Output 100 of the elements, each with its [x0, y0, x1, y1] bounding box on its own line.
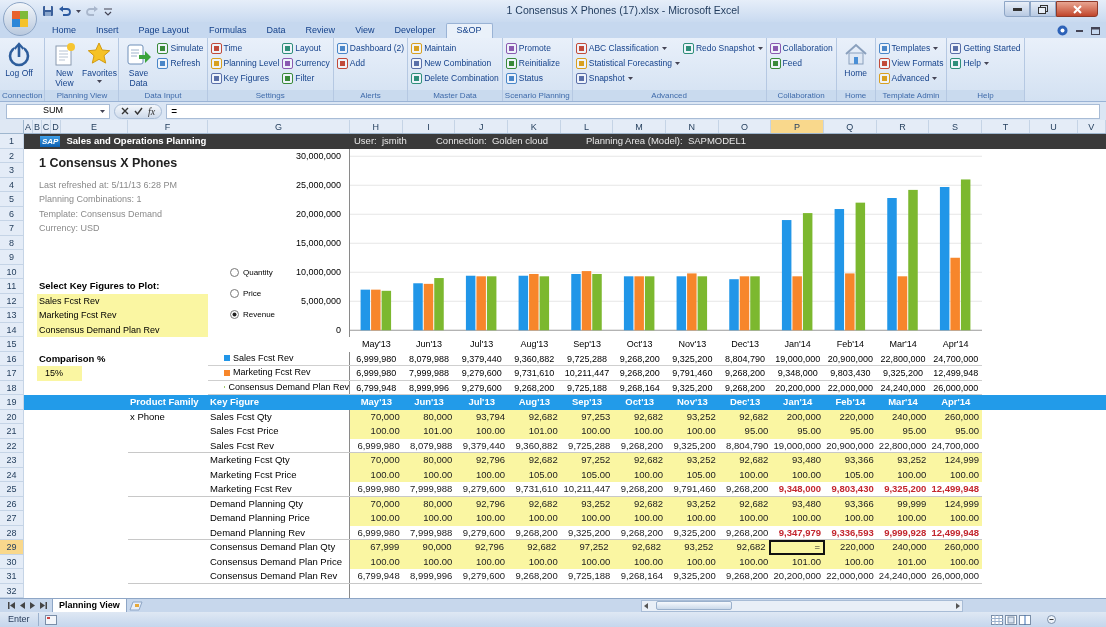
- table-cell[interactable]: 9,325,200: [666, 438, 719, 452]
- table-cell[interactable]: 9,268,164: [613, 569, 667, 583]
- table-cell[interactable]: 100.00: [666, 424, 719, 439]
- table-cell[interactable]: 93,480: [771, 496, 825, 511]
- table-cell[interactable]: 100.00: [824, 511, 877, 526]
- table-cell[interactable]: 92,682: [718, 453, 772, 468]
- table-cell[interactable]: 12,499,948: [929, 525, 983, 539]
- table-cell[interactable]: 92,682: [611, 540, 664, 555]
- table-cell[interactable]: 92,796: [455, 453, 508, 468]
- column-header[interactable]: G: [208, 120, 350, 133]
- table-cell[interactable]: 95.00: [771, 424, 825, 439]
- previous-sheet-icon[interactable]: [20, 602, 25, 609]
- ribbon-button[interactable]: Log Off: [3, 41, 35, 78]
- radio-option[interactable]: Quantity: [230, 266, 276, 279]
- table-cell[interactable]: 200,000: [771, 409, 825, 424]
- table-cell[interactable]: 9,268,200: [613, 525, 667, 539]
- table-cell[interactable]: 20,900,000: [824, 438, 877, 452]
- table-cell[interactable]: 9,325,200: [666, 569, 719, 583]
- sheet-tab[interactable]: Planning View: [52, 598, 127, 613]
- table-cell[interactable]: 93,366: [824, 496, 877, 511]
- save-icon[interactable]: [42, 5, 54, 17]
- table-cell[interactable]: 240,000: [876, 409, 930, 424]
- table-cell[interactable]: 6,999,980: [350, 438, 403, 452]
- comparison-value[interactable]: 15%: [37, 366, 82, 381]
- table-cell[interactable]: 9,348,000: [771, 482, 825, 496]
- table-cell[interactable]: 7,999,988: [402, 525, 456, 539]
- table-cell[interactable]: 220,000: [824, 540, 878, 555]
- table-cell[interactable]: 260,000: [929, 409, 983, 424]
- table-cell[interactable]: 100.00: [560, 511, 614, 526]
- scroll-right-icon[interactable]: [955, 602, 960, 609]
- table-cell[interactable]: 6,799,948: [350, 569, 403, 583]
- table-cell[interactable]: 9,379,440: [455, 438, 508, 452]
- macro-record-icon[interactable]: [44, 614, 57, 625]
- table-cell[interactable]: 124,999: [929, 453, 983, 468]
- table-cell[interactable]: 9,268,200: [508, 525, 561, 539]
- table-cell[interactable]: 70,000: [350, 496, 403, 511]
- last-sheet-icon[interactable]: [40, 602, 47, 609]
- row-header[interactable]: 11: [0, 279, 24, 294]
- page-break-icon[interactable]: [1019, 614, 1031, 625]
- table-cell[interactable]: 93,252: [876, 453, 930, 468]
- table-cell[interactable]: 95.00: [876, 424, 930, 439]
- table-cell[interactable]: 100.00: [824, 554, 877, 569]
- column-header[interactable]: F: [128, 120, 208, 133]
- column-header[interactable]: K: [507, 120, 561, 133]
- table-cell[interactable]: 9,336,593: [824, 525, 877, 539]
- ribbon-button[interactable]: Templates: [878, 41, 944, 55]
- table-cell[interactable]: 93,252: [560, 496, 614, 511]
- table-cell[interactable]: 9,731,610: [508, 482, 561, 496]
- ribbon-button[interactable]: Filter: [282, 71, 330, 85]
- table-cell[interactable]: 9,268,200: [718, 525, 772, 539]
- next-sheet-icon[interactable]: [30, 602, 35, 609]
- table-cell[interactable]: 90,000: [402, 540, 455, 555]
- table-cell[interactable]: 100.00: [455, 424, 508, 439]
- restore-button[interactable]: [1030, 1, 1056, 17]
- table-cell[interactable]: 93,252: [666, 496, 719, 511]
- table-cell[interactable]: 100.00: [876, 467, 930, 482]
- table-cell[interactable]: 8,804,790: [718, 438, 772, 452]
- ribbon-button[interactable]: Redo Snapshot: [682, 41, 763, 55]
- column-header[interactable]: A: [24, 120, 33, 133]
- table-cell[interactable]: 100.00: [455, 511, 508, 526]
- ribbon-button[interactable]: Delete Combination: [411, 71, 499, 85]
- column-header[interactable]: U: [1029, 120, 1078, 133]
- table-cell[interactable]: 80,000: [402, 496, 456, 511]
- column-header[interactable]: M: [613, 120, 666, 133]
- table-cell[interactable]: 100.00: [402, 467, 456, 482]
- table-cell[interactable]: 92,682: [718, 496, 772, 511]
- ribbon-button[interactable]: Home: [839, 41, 872, 78]
- table-cell[interactable]: 100.00: [402, 511, 456, 526]
- column-header[interactable]: I: [402, 120, 456, 133]
- key-figure-option[interactable]: Consensus Demand Plan Rev: [37, 322, 208, 337]
- table-cell[interactable]: 9,268,200: [613, 482, 667, 496]
- table-cell[interactable]: 101.00: [771, 554, 825, 569]
- ribbon-button[interactable]: View Formats: [878, 56, 944, 70]
- caret-icon[interactable]: [76, 9, 81, 13]
- table-cell[interactable]: 9,268,200: [613, 438, 667, 452]
- table-cell[interactable]: 105.00: [560, 467, 614, 482]
- table-cell[interactable]: 9,325,200: [560, 525, 614, 539]
- ribbon-tab[interactable]: Page Layout: [128, 23, 200, 38]
- restore-icon[interactable]: [1091, 26, 1100, 35]
- first-sheet-icon[interactable]: [8, 602, 15, 609]
- table-cell[interactable]: 100.00: [666, 511, 719, 526]
- ribbon-button[interactable]: Reinitialize: [505, 56, 560, 70]
- table-cell[interactable]: 95.00: [929, 424, 983, 439]
- table-cell[interactable]: 6,999,980: [350, 525, 403, 539]
- ribbon-button[interactable]: Key Figures: [210, 71, 280, 85]
- table-cell[interactable]: 105.00: [824, 467, 877, 482]
- table-cell[interactable]: 100.00: [771, 511, 825, 526]
- table-cell[interactable]: 92,682: [508, 453, 561, 468]
- table-cell[interactable]: 100.00: [613, 467, 667, 482]
- cancel-icon[interactable]: [121, 107, 129, 115]
- table-cell[interactable]: 24,700,000: [929, 438, 983, 452]
- row-header[interactable]: 25: [0, 482, 24, 497]
- table-cell[interactable]: 100.00: [613, 424, 667, 439]
- ribbon-button[interactable]: Planning Level: [210, 56, 280, 70]
- table-cell[interactable]: 8,079,988: [402, 438, 456, 452]
- close-button[interactable]: [1056, 1, 1098, 17]
- ribbon-button[interactable]: New Combination: [411, 56, 499, 70]
- table-cell[interactable]: 92,682: [508, 409, 561, 424]
- table-cell[interactable]: 105.00: [508, 467, 561, 482]
- table-cell[interactable]: 97,253: [560, 409, 614, 424]
